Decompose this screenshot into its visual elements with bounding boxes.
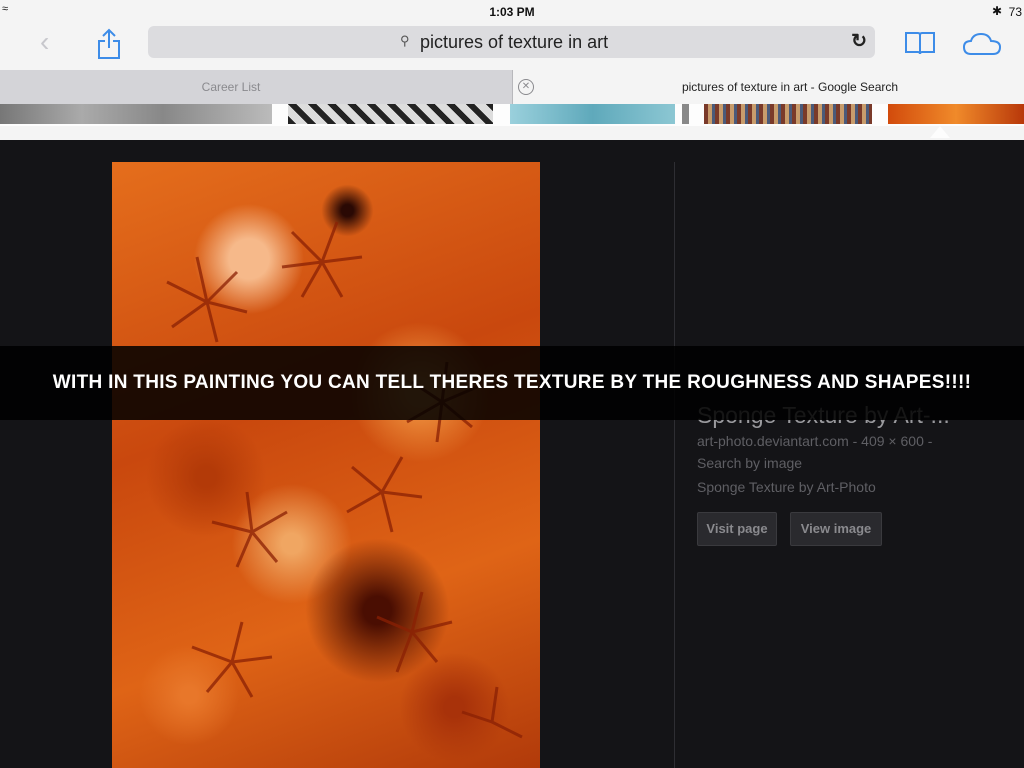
chevron-left-icon[interactable]: ‹: [40, 28, 49, 56]
result-thumbnail[interactable]: [682, 104, 689, 124]
status-time: 1:03 PM: [489, 5, 535, 19]
battery-level: 73: [1008, 5, 1022, 19]
search-by-image-link[interactable]: Search by image: [697, 453, 1007, 473]
share-icon[interactable]: [96, 28, 122, 65]
book-icon[interactable]: [904, 30, 936, 61]
result-thumbnail[interactable]: [510, 104, 675, 124]
search-icon: ⚲: [400, 33, 410, 48]
search-address-bar[interactable]: ⚲ pictures of texture in art ↻: [148, 26, 875, 58]
bluetooth-icon: ✱: [991, 4, 1002, 18]
panel-divider: [674, 162, 675, 768]
status-bar: ≈ 1:03 PM ✱ 73: [0, 0, 1024, 22]
caption-text: WITH IN THIS PAINTING YOU CAN TELL THERE…: [52, 372, 972, 393]
result-thumbnail[interactable]: [288, 104, 493, 124]
tab-bar: Career List ✕ pictures of texture in art…: [0, 70, 1024, 104]
selected-indicator: [930, 126, 950, 138]
reload-icon[interactable]: ↻: [851, 30, 867, 53]
caption-banner: WITH IN THIS PAINTING YOU CAN TELL THERE…: [0, 346, 1024, 420]
preview-image[interactable]: [112, 162, 540, 768]
result-thumbnail[interactable]: [704, 104, 872, 124]
result-description: Sponge Texture by Art-Photo: [697, 479, 876, 495]
visit-page-button[interactable]: Visit page: [697, 512, 777, 546]
close-tab-icon[interactable]: ✕: [518, 79, 534, 95]
tab-label: pictures of texture in art - Google Sear…: [681, 80, 899, 94]
tab-career-list[interactable]: Career List: [0, 70, 513, 104]
image-thumbnail-strip: [0, 104, 1024, 126]
result-thumbnail[interactable]: [0, 104, 272, 124]
tab-label: Career List: [201, 80, 261, 94]
view-image-button[interactable]: View image: [790, 512, 882, 546]
selected-thumbnail[interactable]: [888, 104, 1024, 124]
cloud-icon[interactable]: [962, 32, 1002, 61]
result-source: art-photo.deviantart.com - 409 × 600 -: [697, 433, 933, 449]
strip-divider: [0, 126, 1024, 140]
search-query: pictures of texture in art: [420, 32, 609, 52]
